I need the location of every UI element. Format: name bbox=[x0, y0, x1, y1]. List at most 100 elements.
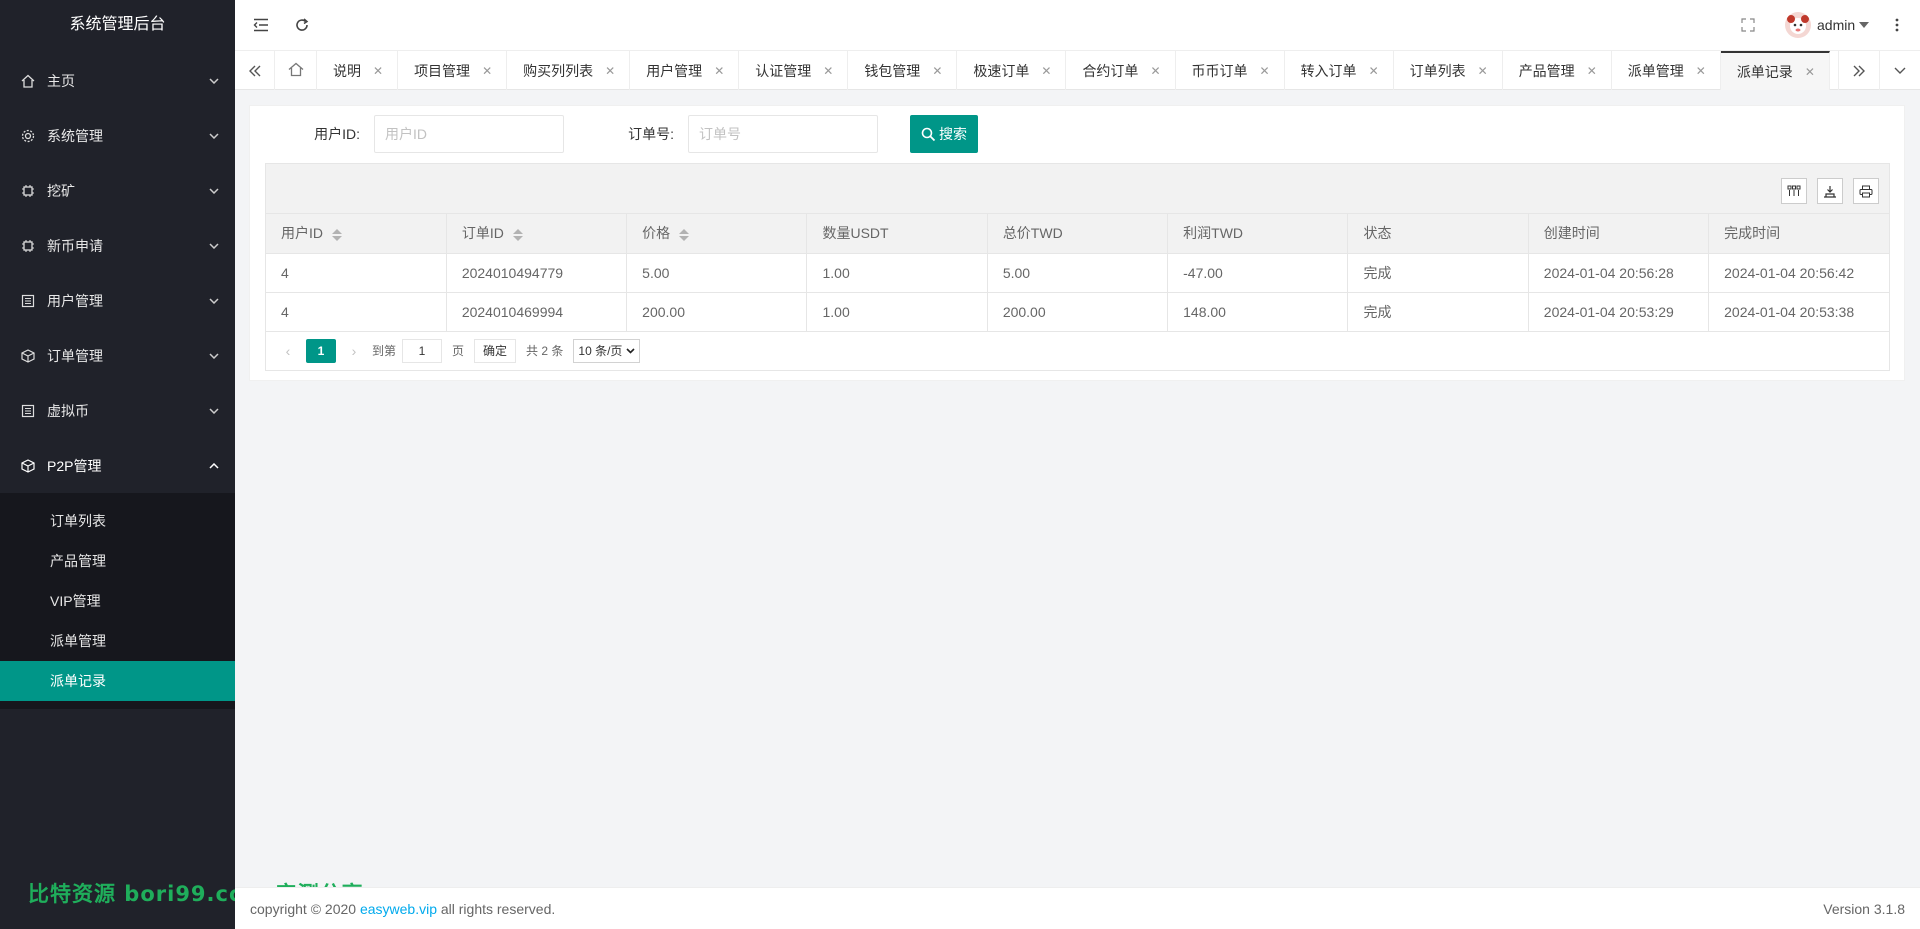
cell-user-id: 4 bbox=[266, 253, 447, 293]
tab-4[interactable]: 认证管理 ✕ bbox=[739, 51, 849, 90]
next-page-icon[interactable]: › bbox=[342, 343, 366, 359]
sort-icon[interactable] bbox=[512, 228, 523, 241]
refresh-icon[interactable] bbox=[290, 13, 314, 37]
close-icon[interactable]: ✕ bbox=[1150, 64, 1160, 78]
tab-home[interactable] bbox=[275, 51, 317, 90]
sidebar-item-virtual-coin[interactable]: 虚拟币 bbox=[0, 383, 235, 438]
tab-8[interactable]: 币币订单 ✕ bbox=[1176, 51, 1285, 90]
tab-7[interactable]: 合约订单 ✕ bbox=[1066, 51, 1176, 90]
tabs-scroll-right-icon[interactable] bbox=[1838, 51, 1879, 90]
order-no-input[interactable] bbox=[688, 115, 878, 153]
close-icon[interactable]: ✕ bbox=[714, 64, 724, 78]
sidebar-subitem-dispatch[interactable]: 派单管理 bbox=[0, 621, 235, 661]
cube-icon bbox=[20, 458, 36, 474]
close-icon[interactable]: ✕ bbox=[1369, 64, 1379, 78]
table-header-row: 用户ID 订单ID 价格 数量USDT 总价TWD 利润TWD 状态 创建时间 … bbox=[266, 214, 1889, 254]
sidebar-item-system[interactable]: 系统管理 bbox=[0, 108, 235, 163]
tabs-menu-chevron-down-icon[interactable] bbox=[1879, 51, 1920, 90]
close-icon[interactable]: ✕ bbox=[1587, 64, 1597, 78]
home-icon bbox=[288, 62, 304, 80]
sidebar-item-new-coin[interactable]: 新币申请 bbox=[0, 218, 235, 273]
caret-down-icon bbox=[1859, 22, 1870, 28]
more-icon[interactable] bbox=[1885, 13, 1909, 37]
cube-icon bbox=[20, 348, 36, 364]
page-current[interactable]: 1 bbox=[306, 338, 336, 363]
col-header-user-id[interactable]: 用户ID bbox=[266, 214, 447, 254]
sidebar-subitem-order-list[interactable]: 订单列表 bbox=[0, 501, 235, 541]
order-no-label: 订单号: bbox=[628, 126, 674, 142]
page-size-select[interactable]: 10 条/页 bbox=[573, 338, 641, 363]
fullscreen-icon[interactable] bbox=[1736, 13, 1760, 37]
cell-created: 2024-01-04 20:53:29 bbox=[1528, 292, 1710, 332]
close-icon[interactable]: ✕ bbox=[1260, 64, 1270, 78]
tab-2[interactable]: 购买列列表 ✕ bbox=[507, 51, 631, 90]
goto-confirm-button[interactable]: 确定 bbox=[474, 338, 517, 363]
user-id-label: 用户ID: bbox=[314, 126, 360, 142]
tab-5[interactable]: 钱包管理 ✕ bbox=[848, 51, 958, 90]
gear-icon bbox=[20, 128, 36, 144]
tab-11[interactable]: 产品管理 ✕ bbox=[1503, 51, 1612, 90]
tab-label: 派单管理 bbox=[1627, 62, 1684, 79]
tab-1[interactable]: 项目管理 ✕ bbox=[398, 51, 508, 90]
close-icon[interactable]: ✕ bbox=[1805, 65, 1815, 79]
user-name: admin bbox=[1817, 17, 1856, 33]
avatar bbox=[1785, 12, 1811, 38]
sidebar: 系统管理后台 主页 系统管理 挖矿 新币申请 用户管理 订单管理 虚拟币 P2P… bbox=[0, 0, 363, 929]
sidebar-item-label: 系统管理 bbox=[47, 127, 103, 144]
user-id-input[interactable] bbox=[374, 115, 564, 153]
sidebar-item-home[interactable]: 主页 bbox=[0, 53, 235, 108]
tab-9[interactable]: 转入订单 ✕ bbox=[1285, 51, 1394, 90]
user-menu[interactable]: admin bbox=[1785, 12, 1870, 38]
tab-12[interactable]: 派单管理 ✕ bbox=[1612, 51, 1721, 90]
sidebar-item-mining[interactable]: 挖矿 bbox=[0, 163, 235, 218]
close-icon[interactable]: ✕ bbox=[1478, 64, 1488, 78]
close-icon[interactable]: ✕ bbox=[373, 64, 383, 78]
tab-3[interactable]: 用户管理 ✕ bbox=[630, 51, 740, 90]
tab-6[interactable]: 极速订单 ✕ bbox=[957, 51, 1067, 90]
col-header-profit: 利润TWD bbox=[1167, 214, 1349, 254]
sidebar-item-users[interactable]: 用户管理 bbox=[0, 273, 235, 328]
search-form: 用户ID: 订单号: 搜索 bbox=[250, 115, 978, 153]
sidebar-item-label: 用户管理 bbox=[47, 292, 103, 309]
goto-page-input[interactable] bbox=[402, 338, 443, 363]
sidebar-subitem-dispatch-records[interactable]: 派单记录 bbox=[0, 661, 235, 701]
tabs-scroll-left-icon[interactable] bbox=[235, 51, 275, 90]
cell-price: 5.00 bbox=[626, 253, 808, 293]
print-icon[interactable] bbox=[1853, 178, 1879, 204]
sort-icon[interactable] bbox=[332, 228, 342, 241]
sidebar-subitem-vip[interactable]: VIP管理 bbox=[0, 581, 235, 621]
sidebar-item-orders[interactable]: 订单管理 bbox=[0, 328, 235, 383]
search-button[interactable]: 搜索 bbox=[910, 115, 978, 153]
col-header-order-id[interactable]: 订单ID bbox=[446, 214, 628, 254]
collapse-sidebar-icon[interactable] bbox=[249, 13, 273, 37]
close-icon[interactable]: ✕ bbox=[932, 64, 942, 78]
cell-completed: 2024-01-04 20:53:38 bbox=[1708, 292, 1889, 332]
col-header-total: 总价TWD bbox=[987, 214, 1169, 254]
columns-filter-icon[interactable] bbox=[1781, 178, 1807, 204]
close-icon[interactable]: ✕ bbox=[823, 64, 833, 78]
chevron-down-icon bbox=[207, 184, 221, 198]
cell-price: 200.00 bbox=[626, 292, 808, 332]
copyright-prefix: copyright © 2020 bbox=[250, 900, 357, 917]
close-icon[interactable]: ✕ bbox=[1041, 64, 1051, 78]
tab-10[interactable]: 订单列表 ✕ bbox=[1394, 51, 1503, 90]
close-icon[interactable]: ✕ bbox=[605, 64, 615, 78]
sort-icon[interactable] bbox=[679, 228, 690, 241]
tab-13-active[interactable]: 派单记录 ✕ bbox=[1720, 51, 1830, 90]
list-icon bbox=[20, 293, 36, 309]
prev-page-icon[interactable]: ‹ bbox=[276, 343, 300, 359]
search-button-label: 搜索 bbox=[939, 126, 967, 142]
close-icon[interactable]: ✕ bbox=[1696, 64, 1706, 78]
footer-link[interactable]: easyweb.vip bbox=[360, 901, 437, 917]
tab-0[interactable]: 说明 ✕ bbox=[317, 51, 399, 90]
tab-label: 认证管理 bbox=[755, 62, 812, 79]
tab-label: 派单记录 bbox=[1736, 63, 1793, 80]
close-icon[interactable]: ✕ bbox=[482, 64, 492, 78]
col-header-price[interactable]: 价格 bbox=[626, 214, 808, 254]
chevron-down-icon bbox=[207, 349, 221, 363]
sidebar-subitem-products[interactable]: 产品管理 bbox=[0, 541, 235, 581]
cell-user-id: 4 bbox=[266, 292, 447, 332]
goto-suffix: 页 bbox=[452, 344, 465, 358]
sidebar-item-p2p[interactable]: P2P管理 bbox=[0, 438, 235, 493]
export-icon[interactable] bbox=[1817, 178, 1843, 204]
